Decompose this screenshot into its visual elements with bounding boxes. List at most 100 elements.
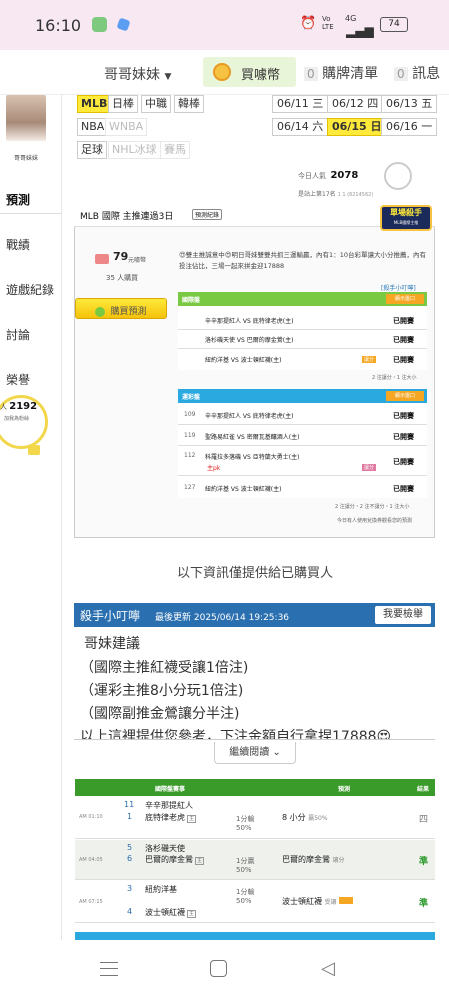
network-type: 4G (345, 14, 357, 23)
row-num-bottom: 6 (127, 854, 133, 863)
row-result: 四 (419, 815, 429, 825)
league-wnba[interactable]: WNBA (105, 118, 148, 136)
status-time: 16:10 (35, 16, 82, 35)
buyer-count: 35 人購買 (106, 274, 139, 282)
tab-messages[interactable]: 0 訊息 (394, 63, 440, 83)
row-team-top: 洛杉磯天使 (145, 844, 185, 853)
sidebar-item-discussion[interactable]: 討論 (0, 326, 62, 343)
price-tag-icon (95, 254, 109, 264)
today-label: 今日人氣 (298, 172, 326, 180)
results-col-event: 國際盤賽事 (155, 786, 186, 793)
team-name: 波士頓紅襪 (145, 908, 185, 917)
sidebar-item-predictions[interactable]: 預測 (0, 191, 62, 208)
row-time: AM 07:15 (79, 899, 103, 905)
back-icon[interactable]: ◁ (321, 960, 335, 978)
pick-label: 巴爾的摩金鶯 (282, 855, 330, 864)
sidebar-item-record[interactable]: 戰績 (0, 236, 62, 253)
row-team-bottom: 底特律老虎主 (145, 812, 198, 823)
status-bar: 16:10 ⏰ Vo LTE 4G ▂▄▆ 74 (0, 0, 449, 50)
pick-sub: 受讓 (324, 899, 337, 906)
row-sub: 主pk (207, 465, 221, 472)
decoration-swirl-icon (384, 162, 412, 190)
date-0616[interactable]: 06/16 一 (381, 118, 438, 136)
row-status: 已開賽 (393, 412, 414, 420)
date-0613[interactable]: 06/13 五 (381, 95, 438, 113)
divider (0, 213, 62, 214)
tip-line: （國際主推紅襪受讓1倍注) (80, 660, 249, 676)
date-0615[interactable]: 06/15 日 (327, 118, 387, 136)
continue-label: 繼續閱讀 (229, 747, 270, 758)
lottery-show-lines-button[interactable]: 顯示盤口 (386, 391, 424, 401)
intl-footer: 2 注讓分・1 注大小 (372, 375, 417, 381)
alarm-icon: ⏰ (300, 16, 317, 31)
tips-updated: 最後更新 2025/06/14 19:25:36 (155, 613, 290, 623)
home-badge: 主 (187, 910, 197, 918)
coin-icon (213, 63, 231, 81)
league-soccer[interactable]: 足球 (77, 141, 107, 159)
chevron-down-icon: ⌄ (272, 747, 281, 758)
chevron-down-icon: ▼ (164, 72, 172, 82)
league-mlb[interactable]: MLB (77, 95, 112, 113)
tips-title: 殺手小叮嚀 (80, 609, 141, 623)
table-row: 辛辛那提紅人 VS 底特律老虎(主) (205, 318, 294, 325)
report-button[interactable]: 我要檢舉 (375, 606, 431, 624)
divider (178, 329, 427, 330)
row-time: AM 04:05 (79, 857, 103, 863)
tip-link[interactable]: [殺手小叮嚀] (381, 283, 416, 292)
sidebar-item-game-log[interactable]: 遊戲紀錄 (0, 281, 62, 298)
divider (178, 475, 427, 476)
row-number: 127 (184, 484, 196, 491)
cart-count: 0 (304, 67, 318, 81)
league-cpbl[interactable]: 中職 (141, 95, 171, 113)
buy-label: 購買預測 (110, 307, 147, 317)
card-title: MLB 國際 主推連過3日 (80, 212, 174, 222)
row-status: 已開賽 (393, 336, 414, 344)
league-nba[interactable]: NBA (77, 118, 109, 136)
sticker-sub: MLB國際主推 (393, 220, 419, 225)
league-kbo[interactable]: 韓棒 (174, 95, 204, 113)
popularity-prefix: 人 (0, 403, 7, 411)
date-0611[interactable]: 06/11 三 (272, 95, 329, 113)
row-team-bottom: 波士頓紅襪主 (145, 907, 198, 918)
profile-name: 哥哥妹妹 (14, 155, 39, 162)
continue-reading-button[interactable]: 繼續閱讀 ⌄ (214, 742, 296, 764)
intl-header-label: 國際盤 (182, 297, 201, 304)
tab-cart[interactable]: 0 購牌清單 (304, 63, 378, 83)
intl-show-lines-button[interactable]: 顯示盤口 (386, 294, 424, 304)
league-npb[interactable]: 日棒 (108, 95, 138, 113)
system-nav-bar: ◁ (0, 940, 449, 1000)
buy-prediction-button[interactable]: 購買預測 (75, 298, 167, 319)
buy-coins-button[interactable]: 買噱幣 (203, 57, 296, 87)
row-pick: 巴爾的摩金鶯 讓分 (282, 854, 345, 865)
avatar[interactable] (6, 95, 46, 141)
divider (74, 739, 435, 740)
date-0612[interactable]: 06/12 四 (327, 95, 384, 113)
record-button[interactable]: 預測紀錄 (192, 209, 223, 220)
recent-apps-icon[interactable] (100, 962, 118, 976)
team-name: 巴爾的摩金鶯 (145, 855, 193, 864)
row-time: AM 01:10 (79, 814, 103, 820)
row-number: 119 (184, 432, 196, 439)
table-row: 洛杉磯天使 VS 巴爾的摩金鶯(主) (205, 337, 294, 344)
notification-icon (116, 17, 131, 32)
pick-sub: 讓分 (332, 857, 345, 864)
rank-suffix: 1 1 (8214562) (337, 192, 374, 198)
tag-icon (339, 897, 354, 904)
sidebar-item-honors[interactable]: 榮譽 (0, 371, 62, 388)
divider (178, 445, 427, 446)
next-section-header (75, 932, 435, 940)
league-nhl[interactable]: NHL冰球 (108, 141, 161, 159)
tab-profile[interactable]: 哥哥妹妹 ▼ (104, 64, 171, 84)
row-line-top: 1分輸 (236, 888, 255, 896)
row-team-top: 辛辛那提紅人 (145, 801, 193, 810)
league-racing[interactable]: 賽馬 (160, 141, 190, 159)
volte-indicator: Vo LTE (322, 15, 334, 31)
lottery-header-label: 運彩盤 (182, 394, 201, 401)
site-rank: 是站上第17名 1 1 (8214562) (298, 189, 373, 198)
row-number: 109 (184, 411, 196, 418)
date-0614[interactable]: 06/14 六 (272, 118, 329, 136)
tips-body: 哥妹建議 （國際主推紅襪受讓1倍注) （運彩主推8小分玩1倍注) （國際副推金鶯… (74, 627, 435, 739)
sticker-main: 單場殺手 (390, 208, 422, 217)
home-icon[interactable] (210, 960, 227, 977)
table-row: AM 04:05 5 6 洛杉磯天使 巴爾的摩金鶯主 1分贏 50% 巴爾的摩金… (75, 840, 435, 880)
